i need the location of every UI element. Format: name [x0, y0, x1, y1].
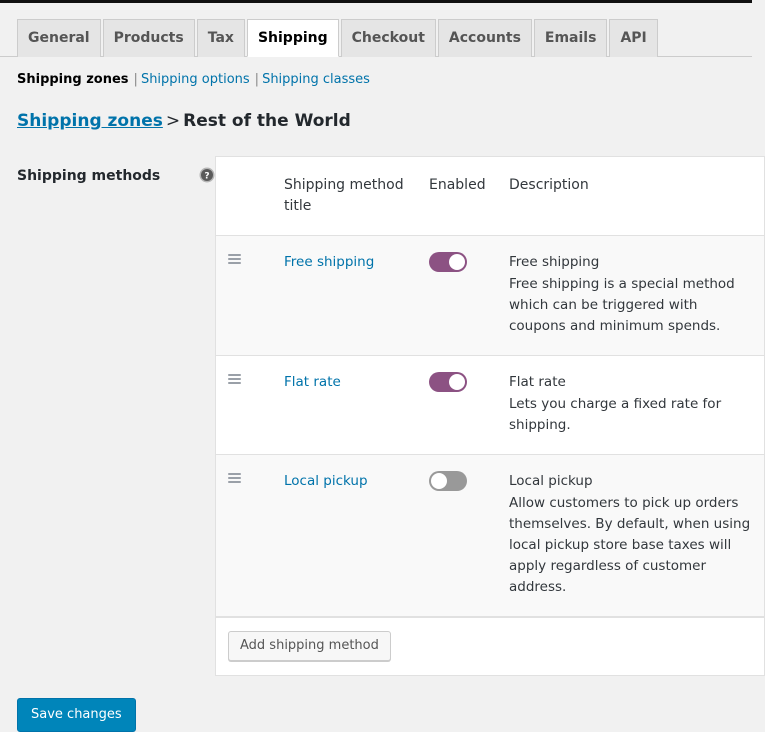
drag-handle-bar [228, 374, 241, 377]
settings-tab-bar: General Products Tax Shipping Checkout Accoun… [0, 19, 752, 57]
row-drag-cell[interactable] [216, 455, 272, 617]
tab-api[interactable]: API [609, 19, 658, 57]
breadcrumb-separator: > [165, 111, 181, 131]
tab-general[interactable]: General [17, 19, 101, 57]
subnav-link-shipping-classes[interactable]: Shipping classes [262, 72, 370, 87]
description-title: Flat rate [509, 374, 566, 391]
row-enabled-cell [429, 455, 509, 617]
column-header-enabled: Enabled [429, 157, 509, 237]
table-row: Local pickup Local pickup Allow customer… [216, 454, 764, 617]
row-description-cell: Free shipping Free shipping is a special… [509, 236, 764, 356]
shipping-methods-row: Shipping methods ? Shipping method title… [17, 156, 765, 677]
add-shipping-method-button[interactable]: Add shipping method [228, 631, 391, 662]
subnav-item-shipping-classes[interactable]: Shipping classes [262, 72, 370, 87]
drag-handle-bar [228, 378, 241, 381]
svg-text:?: ? [204, 172, 209, 182]
shipping-method-link-free-shipping[interactable]: Free shipping [284, 254, 374, 270]
shipping-method-link-flat-rate[interactable]: Flat rate [284, 374, 341, 390]
table-body: Free shipping Free shipping Free shippin… [216, 235, 764, 617]
description-text: Free shipping is a special method which … [509, 276, 735, 335]
table-head: Shipping method title Enabled Descriptio… [216, 157, 764, 237]
drag-handle-icon[interactable] [228, 374, 241, 385]
drag-handle-bar [228, 477, 241, 480]
row-title-cell: Free shipping [272, 236, 429, 356]
column-header-sort [216, 157, 272, 237]
shipping-method-link-local-pickup[interactable]: Local pickup [284, 473, 368, 489]
row-drag-cell[interactable] [216, 356, 272, 455]
row-title-cell: Flat rate [272, 356, 429, 455]
description-title: Local pickup [509, 473, 593, 490]
subnav-separator-2: | [254, 72, 260, 87]
enabled-toggle-free-shipping[interactable] [429, 252, 467, 273]
drag-handle-bar [228, 481, 241, 484]
drag-handle-bar [228, 382, 241, 385]
subnav-item-shipping-options[interactable]: Shipping options | [141, 72, 262, 87]
drag-handle-icon[interactable] [228, 254, 241, 265]
subnav-separator-1: | [133, 72, 138, 87]
help-question-icon[interactable]: ? [199, 167, 215, 183]
settings-page-wrap: General Products Tax Shipping Checkout Accoun… [0, 3, 765, 732]
enabled-toggle-flat-rate[interactable] [429, 372, 467, 393]
tab-shipping[interactable]: Shipping [246, 19, 339, 57]
shipping-methods-label-cell: Shipping methods ? [17, 156, 215, 185]
drag-handle-bar [228, 473, 241, 476]
shipping-methods-panel: Shipping method title Enabled Descriptio… [215, 156, 765, 677]
table-footer: Add shipping method [216, 617, 764, 676]
shipping-methods-form: Shipping methods ? Shipping method title… [0, 156, 765, 677]
table-row: Free shipping Free shipping Free shippin… [216, 235, 764, 356]
row-title-cell: Local pickup [272, 455, 429, 617]
table-row: Flat rate Flat rate Lets you charge a fi… [216, 356, 764, 455]
table-header-row: Shipping method title Enabled Descriptio… [216, 157, 764, 237]
row-enabled-cell [429, 356, 509, 455]
drag-handle-icon[interactable] [228, 473, 241, 484]
drag-handle-bar [228, 262, 241, 265]
tab-accounts[interactable]: Accounts [437, 19, 532, 57]
description-title: Free shipping [509, 254, 600, 271]
submit-area: Save changes [0, 676, 765, 732]
save-changes-button[interactable]: Save changes [17, 698, 136, 732]
subnav-link-shipping-zones[interactable]: Shipping zones [17, 72, 129, 87]
toggle-knob [431, 473, 447, 490]
row-enabled-cell [429, 236, 509, 356]
toggle-knob [449, 254, 465, 271]
tab-tax[interactable]: Tax [196, 19, 245, 57]
column-header-description: Description [509, 157, 764, 237]
tab-checkout[interactable]: Checkout [340, 19, 436, 57]
description-text: Allow customers to pick up orders themse… [509, 495, 751, 596]
column-header-title: Shipping method title [272, 157, 429, 237]
row-drag-cell[interactable] [216, 236, 272, 356]
row-description-cell: Flat rate Lets you charge a fixed rate f… [509, 356, 764, 455]
shipping-subnav: Shipping zones | Shipping options | Shipping… [0, 67, 765, 93]
toggle-knob [449, 374, 465, 391]
enabled-toggle-local-pickup[interactable] [429, 471, 467, 492]
shipping-methods-table: Shipping method title Enabled Descriptio… [216, 157, 764, 617]
tab-products[interactable]: Products [102, 19, 195, 57]
tab-emails[interactable]: Emails [533, 19, 608, 57]
subnav-item-shipping-zones[interactable]: Shipping zones | [17, 72, 141, 87]
description-text: Lets you charge a fixed rate for shippin… [509, 396, 722, 434]
shipping-methods-label: Shipping methods [17, 168, 161, 185]
row-description-cell: Local pickup Allow customers to pick up … [509, 455, 764, 617]
breadcrumb-current: Rest of the World [183, 111, 351, 131]
drag-handle-bar [228, 258, 241, 261]
breadcrumb-link-shipping-zones[interactable]: Shipping zones [17, 111, 163, 131]
subnav-link-shipping-options[interactable]: Shipping options [141, 72, 250, 87]
breadcrumb: Shipping zones > Rest of the World [0, 110, 765, 132]
drag-handle-bar [228, 254, 241, 257]
